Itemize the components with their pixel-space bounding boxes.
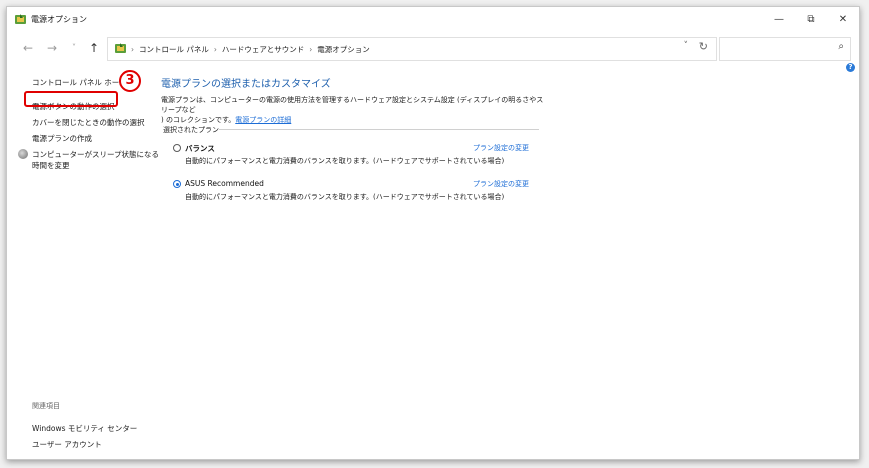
power-plan-details-link[interactable]: 電源プランの詳細 <box>235 116 291 124</box>
navigation-bar: ← → ˅ ↑ › コントロール パネル › ハードウェアとサウンド › 電源オプション … <box>7 35 859 61</box>
description-text-line1: 電源プランは、コンピューターの電源の使用方法を管理するハードウェア設定とシステム… <box>161 96 544 114</box>
step-number-badge: 3 <box>119 70 141 92</box>
create-power-plan-link[interactable]: 電源プランの作成 <box>32 133 92 144</box>
sleep-settings-link-line2[interactable]: 時間を変更 <box>32 160 70 171</box>
breadcrumb-power-options[interactable]: 電源オプション <box>317 45 370 54</box>
breadcrumb-separator: › <box>213 45 217 54</box>
user-accounts-link[interactable]: ユーザー アカウント <box>32 439 102 450</box>
plan-radio-balanced[interactable] <box>173 144 181 152</box>
plan-name-balanced[interactable]: バランス <box>185 143 215 154</box>
change-plan-settings-link[interactable]: プラン設定の変更 <box>473 143 529 153</box>
change-plan-settings-link[interactable]: プラン設定の変更 <box>473 179 529 189</box>
breadcrumb-hardware-sound[interactable]: ハードウェアとサウンド <box>222 45 304 54</box>
control-panel-icon <box>115 43 126 53</box>
breadcrumb-control-panel[interactable]: コントロール パネル <box>139 45 209 54</box>
address-dropdown-chevron-icon[interactable]: ˅ <box>684 41 689 51</box>
power-options-window: 電源オプション — ⧉ ✕ ← → ˅ ↑ › コントロール パネル › ハードウェア… <box>6 6 860 460</box>
refresh-icon[interactable]: ↻ <box>699 40 708 53</box>
control-panel-home-link[interactable]: コントロール パネル ホーム <box>32 77 127 88</box>
up-arrow-icon[interactable]: ↑ <box>85 39 103 57</box>
close-button[interactable]: ✕ <box>827 7 859 33</box>
breadcrumb-separator: › <box>309 45 313 54</box>
title-bar: 電源オプション — ⧉ ✕ <box>7 7 859 33</box>
control-panel-icon <box>15 14 26 24</box>
choose-lid-close-link[interactable]: カバーを閉じたときの動作の選択 <box>32 117 145 128</box>
plan-radio-asus-recommended[interactable] <box>173 180 181 188</box>
address-bar[interactable]: › コントロール パネル › ハードウェアとサウンド › 電源オプション ˅ ↻ <box>107 37 717 61</box>
selected-plan-label: 選択されたプラン <box>163 126 219 134</box>
related-items-heading: 関連項目 <box>32 402 60 410</box>
breadcrumb: › コントロール パネル › ハードウェアとサウンド › 電源オプション <box>131 44 370 55</box>
breadcrumb-separator: › <box>131 45 134 54</box>
shield-icon <box>18 149 28 159</box>
highlight-annotation-box <box>24 91 118 107</box>
back-arrow-icon[interactable]: ← <box>19 39 37 57</box>
recent-locations-chevron-icon[interactable]: ˅ <box>65 39 83 57</box>
plan-description: 自動的にパフォーマンスと電力消費のバランスを取ります。(ハードウェアでサポートさ… <box>185 157 505 165</box>
plan-description: 自動的にパフォーマンスと電力消費のバランスを取ります。(ハードウェアでサポートさ… <box>185 193 505 201</box>
minimize-button[interactable]: — <box>763 7 795 33</box>
page-description: 電源プランは、コンピューターの電源の使用方法を管理するハードウェア設定とシステム… <box>161 95 546 125</box>
left-pane: コントロール パネル ホーム 電源ボタンの動作の選択 カバーを閉じたときの動作の… <box>7 67 159 459</box>
forward-arrow-icon[interactable]: → <box>43 39 61 57</box>
mobility-center-link[interactable]: Windows モビリティ センター <box>32 423 137 434</box>
maximize-button[interactable]: ⧉ <box>795 7 827 33</box>
search-input[interactable]: ⌕ <box>719 37 851 61</box>
search-icon: ⌕ <box>838 41 844 52</box>
section-divider <box>219 129 539 130</box>
plan-name-asus-recommended[interactable]: ASUS Recommended <box>185 179 264 188</box>
description-text-line2: ) のコレクションです。 <box>161 116 236 124</box>
help-icon[interactable]: ? <box>846 63 855 72</box>
sleep-settings-link[interactable]: コンピューターがスリープ状態になる <box>32 149 159 160</box>
window-title: 電源オプション <box>31 15 87 24</box>
page-title: 電源プランの選択またはカスタマイズ <box>161 79 331 90</box>
